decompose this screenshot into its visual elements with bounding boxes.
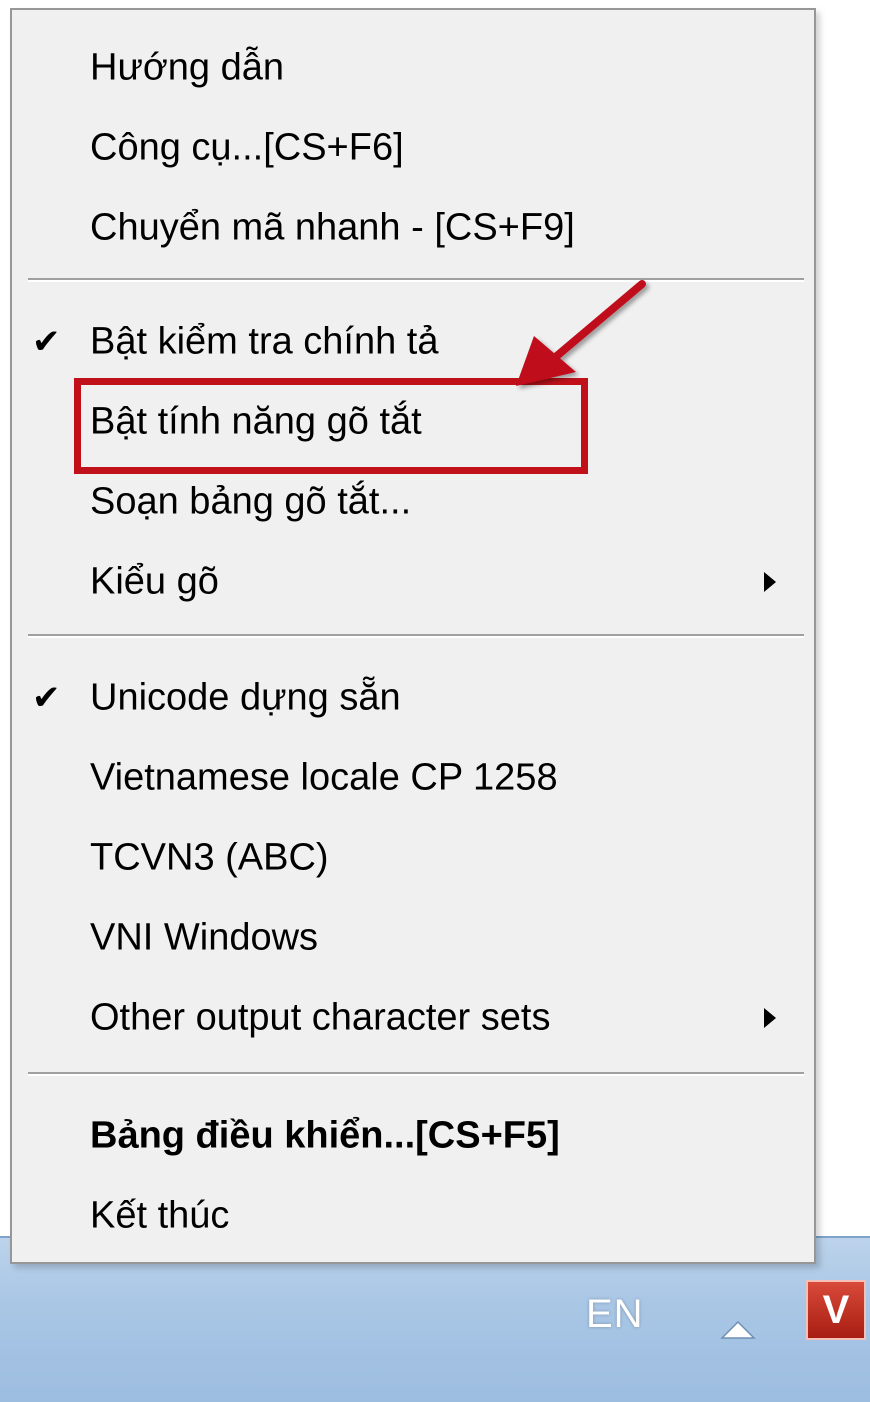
menu-item-label: Kết thúc [90, 1194, 230, 1237]
annotation-arrow-icon [516, 280, 646, 386]
menu-item-cp1258[interactable]: Vietnamese locale CP 1258 [12, 738, 814, 818]
menu-item-label: Hướng dẫn [90, 46, 285, 89]
menu-item-label: Soạn bảng gõ tắt... [90, 480, 412, 523]
menu-item-label: Chuyển mã nhanh - [CS+F9] [90, 206, 575, 249]
menu-item-soan-bang-go-tat[interactable]: Soạn bảng gõ tắt... [12, 462, 814, 542]
menu-item-label: Công cụ...[CS+F6] [90, 126, 404, 169]
checkmark-icon: ✔ [32, 323, 61, 361]
menu-item-kiem-tra-chinh-ta[interactable]: ✔ Bật kiểm tra chính tả [12, 302, 814, 382]
context-menu: Hướng dẫn Công cụ...[CS+F6] Chuyển mã nh… [10, 8, 816, 1264]
menu-item-vni-windows[interactable]: VNI Windows [12, 898, 814, 978]
menu-item-tcvn3[interactable]: TCVN3 (ABC) [12, 818, 814, 898]
menu-item-label: Unicode dựng sẵn [90, 676, 401, 719]
menu-item-label: Other output character sets [90, 996, 551, 1039]
vietkey-icon[interactable]: V [806, 1280, 866, 1340]
menu-item-kieu-go[interactable]: Kiểu gõ [12, 542, 814, 622]
menu-item-label: Bật kiểm tra chính tả [90, 320, 439, 363]
menu-item-label: Kiểu gõ [90, 560, 219, 603]
menu-separator [28, 1072, 804, 1076]
chevron-up-icon[interactable] [718, 1318, 758, 1340]
menu-item-other-charsets[interactable]: Other output character sets [12, 978, 814, 1058]
submenu-arrow-icon [764, 1008, 776, 1028]
menu-item-unicode-dung-san[interactable]: ✔ Unicode dựng sẵn [12, 658, 814, 738]
submenu-arrow-icon [764, 572, 776, 592]
menu-item-label: TCVN3 (ABC) [90, 836, 329, 879]
menu-item-cong-cu[interactable]: Công cụ...[CS+F6] [12, 108, 814, 188]
menu-item-label: VNI Windows [90, 916, 319, 959]
menu-separator [28, 278, 804, 282]
language-indicator[interactable]: EN [586, 1292, 644, 1337]
menu-separator [28, 634, 804, 638]
menu-item-chuyen-ma-nhanh[interactable]: Chuyển mã nhanh - [CS+F9] [12, 188, 814, 268]
menu-item-huong-dan[interactable]: Hướng dẫn [12, 28, 814, 108]
menu-item-label: Bảng điều khiển...[CS+F5] [90, 1114, 560, 1157]
checkmark-icon: ✔ [32, 679, 61, 717]
menu-item-bang-dieu-khien[interactable]: Bảng điều khiển...[CS+F5] [12, 1096, 814, 1176]
menu-item-label: Vietnamese locale CP 1258 [90, 756, 558, 799]
menu-item-ket-thuc[interactable]: Kết thúc [12, 1176, 814, 1256]
